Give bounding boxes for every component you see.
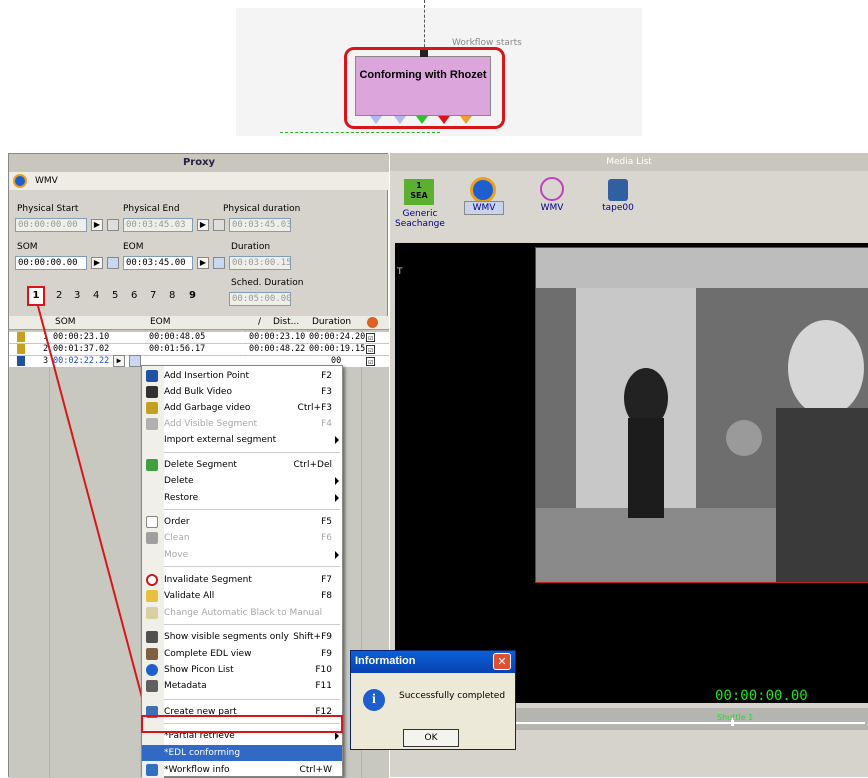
seachange-label[interactable]: Generic Seachange bbox=[394, 209, 446, 229]
tape-icon[interactable] bbox=[608, 179, 628, 201]
menu-separator bbox=[164, 699, 340, 700]
menu-item-restore[interactable]: Restore bbox=[142, 490, 342, 506]
submenu-arrow-icon bbox=[335, 732, 339, 740]
invalidate-icon bbox=[146, 574, 158, 586]
wmv-player-icon[interactable] bbox=[470, 177, 496, 203]
validate-icon bbox=[146, 590, 158, 602]
insertion-point-icon bbox=[146, 370, 158, 382]
video-frame bbox=[535, 247, 868, 583]
submenu-arrow-icon bbox=[335, 494, 339, 502]
information-dialog: Information ✕ i Successfully completed O… bbox=[350, 650, 516, 750]
menu-item-complete-edl-view[interactable]: Complete EDL view F9 bbox=[142, 646, 342, 662]
metadata-icon bbox=[146, 680, 158, 692]
shuttle-label: Shuttle 1 bbox=[717, 713, 754, 722]
menu-separator bbox=[164, 566, 340, 567]
media-list-title: Media List bbox=[390, 153, 868, 171]
info-icon[interactable] bbox=[540, 177, 564, 201]
order-icon bbox=[146, 516, 158, 528]
info-icon: i bbox=[363, 689, 385, 711]
visible-segments-icon bbox=[146, 631, 158, 643]
menu-item-change-automatic-black: Change Automatic Black to Manual bbox=[142, 605, 342, 621]
menu-separator bbox=[164, 624, 340, 625]
menu-item-add-insertion-point[interactable]: Add Insertion Point F2 bbox=[142, 368, 342, 384]
menu-item-metadata[interactable]: Metadata F11 bbox=[142, 678, 342, 694]
tape-label[interactable]: tape00 bbox=[596, 203, 640, 213]
t-marker: T bbox=[397, 267, 403, 277]
menu-item-validate-all[interactable]: Validate All F8 bbox=[142, 588, 342, 604]
ok-button[interactable]: OK bbox=[403, 729, 459, 747]
menu-item-add-visible-segment: Add Visible Segment F4 bbox=[142, 416, 342, 432]
edl-conforming-highlight bbox=[141, 715, 343, 733]
clean-icon bbox=[146, 532, 158, 544]
workflow-info-icon bbox=[146, 764, 158, 776]
menu-item-delete-segment[interactable]: Delete Segment Ctrl+Del bbox=[142, 457, 342, 473]
menu-item-order[interactable]: Order F5 bbox=[142, 514, 342, 530]
edl-view-icon bbox=[146, 648, 158, 660]
submenu-arrow-icon bbox=[335, 436, 339, 444]
menu-item-import-external-segment[interactable]: Import external segment bbox=[142, 432, 342, 448]
delete-segment-icon bbox=[146, 459, 158, 471]
wmv-info-label[interactable]: WMV bbox=[532, 203, 572, 213]
media-toolbar: 1 SEA Generic Seachange WMV WMV tape00 bbox=[390, 171, 868, 241]
menu-item-move: Move bbox=[142, 547, 342, 563]
menu-item-add-garbage-video[interactable]: Add Garbage video Ctrl+F3 bbox=[142, 400, 342, 416]
menu-separator bbox=[164, 452, 340, 453]
close-icon[interactable]: ✕ bbox=[493, 653, 511, 670]
menu-item-invalidate-segment[interactable]: Invalidate Segment F7 bbox=[142, 572, 342, 588]
video-still-image bbox=[536, 248, 868, 582]
submenu-arrow-icon bbox=[335, 551, 339, 559]
dialog-message: Successfully completed bbox=[399, 691, 506, 701]
menu-item-add-bulk-video[interactable]: Add Bulk Video F3 bbox=[142, 384, 342, 400]
seachange-icon[interactable]: 1 SEA bbox=[404, 179, 434, 205]
menu-item-show-picon-list[interactable]: Show Picon List F10 bbox=[142, 662, 342, 678]
menu-item-show-visible-segments[interactable]: Show visible segments only Shift+F9 bbox=[142, 629, 342, 645]
picon-icon bbox=[146, 664, 158, 676]
garbage-video-icon bbox=[146, 402, 158, 414]
submenu-arrow-icon bbox=[335, 477, 339, 485]
change-black-icon bbox=[146, 607, 158, 619]
film-icon bbox=[146, 386, 158, 398]
timecode-display: 00:00:00.00 bbox=[715, 688, 808, 704]
menu-item-delete[interactable]: Delete bbox=[142, 473, 342, 489]
menu-item-workflow-info[interactable]: *Workflow info Ctrl+W bbox=[142, 762, 342, 778]
menu-separator bbox=[164, 509, 340, 510]
dialog-title: Information bbox=[351, 651, 515, 673]
visible-segment-icon bbox=[146, 418, 158, 430]
wmv-label[interactable]: WMV bbox=[464, 203, 504, 213]
video-preview[interactable]: T 00:00:00.00 bbox=[395, 243, 868, 704]
menu-item-clean: Clean F6 bbox=[142, 530, 342, 546]
menu-item-edl-conforming[interactable]: *EDL conforming bbox=[142, 745, 342, 761]
